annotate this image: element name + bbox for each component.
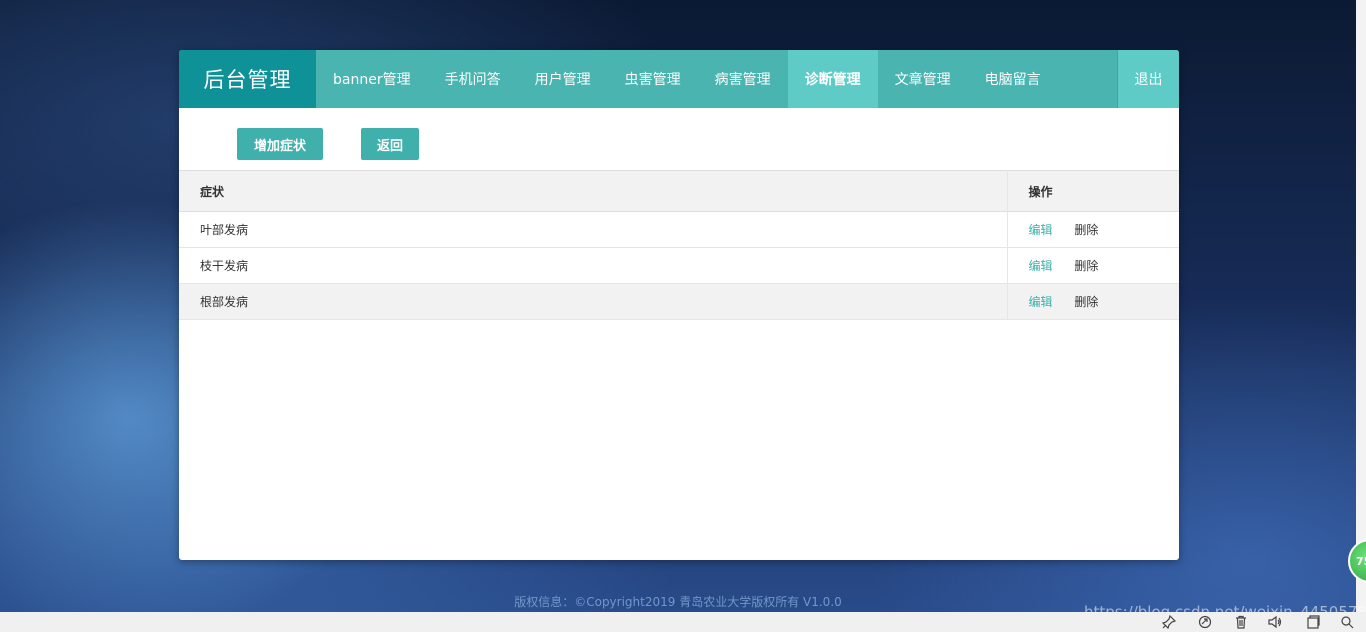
- symptom-cell: 枝干发病: [179, 247, 1007, 284]
- bottom-toolbar: [0, 612, 1366, 632]
- share-icon[interactable]: [1198, 615, 1212, 629]
- header-actions: 操作: [1006, 170, 1179, 212]
- actions-cell: 编辑 删除: [1006, 247, 1179, 284]
- window-icon[interactable]: [1306, 615, 1320, 629]
- pin-icon[interactable]: [1161, 614, 1177, 630]
- actions-cell: 编辑 删除: [1006, 283, 1179, 320]
- nav-menu: banner管理 手机问答 用户管理 虫害管理 病害管理 诊断管理 文章管理 电…: [316, 50, 1117, 108]
- nav-item-mobile-qa[interactable]: 手机问答: [428, 50, 518, 108]
- header-symptom: 症状: [200, 184, 225, 199]
- admin-panel: 后台管理 banner管理 手机问答 用户管理 虫害管理 病害管理 诊断管理 文…: [179, 50, 1179, 560]
- nav-item-pests[interactable]: 虫害管理: [608, 50, 698, 108]
- nav-item-articles[interactable]: 文章管理: [878, 50, 968, 108]
- floating-badge[interactable]: 75: [1348, 539, 1366, 583]
- edit-link[interactable]: 编辑: [1029, 295, 1053, 309]
- delete-link[interactable]: 删除: [1074, 223, 1098, 237]
- volume-icon[interactable]: [1268, 615, 1282, 629]
- logout-button[interactable]: 退出: [1117, 50, 1179, 108]
- symptom-table: 症状 操作 叶部发病 编辑 删除 枝干发病 编辑 删除 根部发病 编辑 删除: [179, 170, 1179, 320]
- nav-item-diagnosis[interactable]: 诊断管理: [787, 50, 878, 108]
- symptom-cell: 根部发病: [179, 283, 1007, 320]
- search-icon[interactable]: [1340, 615, 1354, 629]
- table-row: 根部发病 编辑 删除: [179, 283, 1179, 320]
- nav-item-diseases[interactable]: 病害管理: [698, 50, 788, 108]
- delete-link[interactable]: 删除: [1074, 259, 1098, 273]
- trash-icon[interactable]: [1234, 615, 1248, 629]
- brand-title: 后台管理: [179, 50, 316, 108]
- add-symptom-button[interactable]: 增加症状: [237, 128, 323, 160]
- back-button[interactable]: 返回: [361, 128, 419, 160]
- actions-cell: 编辑 删除: [1006, 211, 1179, 248]
- edit-link[interactable]: 编辑: [1029, 223, 1053, 237]
- table-row: 枝干发病 编辑 删除: [179, 247, 1179, 284]
- table-row: 叶部发病 编辑 删除: [179, 211, 1179, 248]
- nav-item-banner[interactable]: banner管理: [316, 50, 428, 108]
- delete-link[interactable]: 删除: [1074, 295, 1098, 309]
- table-header-row: 症状 操作: [179, 170, 1179, 212]
- toolbar: 增加症状 返回: [179, 108, 1179, 170]
- edit-link[interactable]: 编辑: [1029, 259, 1053, 273]
- page-scrollbar[interactable]: [1356, 0, 1366, 612]
- nav-item-users[interactable]: 用户管理: [518, 50, 608, 108]
- top-nav: 后台管理 banner管理 手机问答 用户管理 虫害管理 病害管理 诊断管理 文…: [179, 50, 1179, 108]
- nav-item-pc-messages[interactable]: 电脑留言: [968, 50, 1058, 108]
- symptom-cell: 叶部发病: [179, 211, 1007, 248]
